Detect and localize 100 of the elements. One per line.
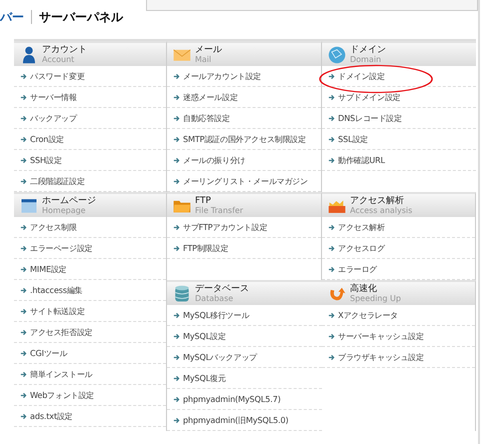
menu-link[interactable]: MySQL設定 bbox=[173, 330, 226, 342]
arrow-icon bbox=[173, 178, 180, 184]
arrow-icon bbox=[173, 72, 180, 80]
menu-link[interactable]: ドメイン設定 bbox=[328, 70, 385, 82]
arrow-icon bbox=[20, 178, 27, 184]
menu-link[interactable]: SMTP認証の国外アクセス制限設定 bbox=[173, 134, 306, 144]
section-title: ホームページ bbox=[42, 196, 96, 206]
arrow-icon bbox=[173, 244, 180, 252]
section-subtitle: Domain bbox=[350, 54, 382, 64]
menu-link[interactable]: パスワード変更 bbox=[20, 70, 85, 82]
arrow-icon bbox=[173, 94, 180, 100]
arrow-icon bbox=[173, 354, 180, 360]
page-title: サーバーパネル bbox=[39, 8, 123, 26]
arrow-icon bbox=[20, 412, 27, 420]
menu-link[interactable]: エラーログ bbox=[328, 264, 378, 274]
arrow-icon bbox=[328, 332, 335, 340]
arrow-icon bbox=[20, 156, 27, 164]
arrow-icon bbox=[328, 224, 335, 230]
menu-link[interactable]: サーバーキャッシュ設定 bbox=[328, 330, 424, 342]
arrow-icon bbox=[20, 286, 27, 294]
menu-link[interactable]: アクセスログ bbox=[328, 242, 385, 254]
menu-link[interactable]: SSL設定 bbox=[328, 134, 368, 144]
section-title: アクセス解析 bbox=[350, 196, 405, 206]
arrow-icon bbox=[20, 370, 27, 378]
menu-link[interactable]: サイト転送設定 bbox=[20, 306, 85, 316]
section-title: 高速化 bbox=[350, 284, 378, 294]
arrow-icon bbox=[328, 312, 335, 318]
menu-link[interactable]: サーバー情報 bbox=[20, 92, 77, 102]
arrow-icon bbox=[173, 374, 180, 382]
menu-link[interactable]: MySQL移行ツール bbox=[173, 310, 250, 320]
menu-link[interactable]: MySQLバックアップ bbox=[173, 352, 257, 362]
database-icon bbox=[173, 284, 191, 302]
person-icon bbox=[20, 46, 38, 64]
menu-link[interactable]: MIME設定 bbox=[20, 264, 67, 274]
arrow-icon bbox=[20, 392, 27, 398]
menu-link[interactable]: Cron設定 bbox=[20, 134, 64, 144]
menu-link[interactable]: アクセス拒否設定 bbox=[20, 326, 92, 338]
arrow-icon bbox=[328, 114, 335, 122]
arrow-icon bbox=[173, 416, 180, 424]
menu-link[interactable]: 自動応答設定 bbox=[173, 112, 230, 124]
menu-link[interactable]: FTP制限設定 bbox=[173, 242, 228, 254]
menu-link[interactable]: phpmyadmin(旧MySQL5.0) bbox=[173, 414, 288, 426]
menu-link[interactable]: Webフォント設定 bbox=[20, 390, 94, 400]
arrow-icon bbox=[20, 308, 27, 314]
arrow-icon bbox=[20, 350, 27, 356]
menu-link[interactable]: ads.txt設定 bbox=[20, 410, 73, 422]
menu-link[interactable]: SSH設定 bbox=[20, 154, 62, 166]
menu-link[interactable]: 二段階認証設定 bbox=[20, 176, 85, 186]
arrow-icon bbox=[328, 244, 335, 252]
menu-link[interactable]: ブラウザキャッシュ設定 bbox=[328, 352, 424, 362]
arrow-icon bbox=[328, 94, 335, 100]
arrow-icon bbox=[20, 114, 27, 122]
arrow-icon bbox=[328, 136, 335, 142]
arrow-icon bbox=[20, 244, 27, 252]
arrow-icon bbox=[173, 396, 180, 402]
arrow-icon bbox=[328, 72, 335, 80]
menu-link[interactable]: .htaccess編集 bbox=[20, 284, 82, 296]
arrow-icon bbox=[173, 312, 180, 318]
arrow-icon bbox=[20, 72, 27, 80]
arrow-icon bbox=[20, 266, 27, 272]
arrow-icon bbox=[20, 136, 27, 142]
menu-link[interactable]: CGIツール bbox=[20, 348, 68, 358]
menu-link[interactable]: メールの振り分け bbox=[173, 154, 246, 166]
section-subtitle: File Transfer bbox=[195, 206, 244, 216]
menu-link[interactable]: 簡単インストール bbox=[20, 368, 92, 380]
menu-link[interactable]: バックアップ bbox=[20, 112, 77, 124]
arrow-icon bbox=[173, 332, 180, 340]
section-subtitle: Mail bbox=[195, 54, 212, 64]
arrow-icon bbox=[173, 156, 180, 164]
section-subtitle: Access analysis bbox=[350, 206, 412, 216]
menu-link[interactable]: 迷惑メール設定 bbox=[173, 92, 238, 102]
menu-link[interactable]: DNSレコード設定 bbox=[328, 112, 402, 124]
menu-link[interactable]: サブドメイン設定 bbox=[328, 92, 400, 102]
menu-link[interactable]: メールアカウント設定 bbox=[173, 70, 262, 82]
section-title: ドメイン bbox=[350, 44, 386, 54]
menu-link[interactable]: 動作確認URL bbox=[328, 154, 385, 166]
globe-icon bbox=[328, 46, 346, 64]
section-subtitle: Homepage bbox=[42, 206, 87, 216]
arrow-icon bbox=[328, 266, 335, 272]
menu-link[interactable]: Xアクセラレータ bbox=[328, 310, 398, 320]
arrow-icon bbox=[173, 114, 180, 122]
menu-link[interactable]: エラーページ設定 bbox=[20, 242, 92, 254]
section-subtitle: Speeding Up bbox=[350, 294, 401, 304]
section-title: FTP bbox=[195, 196, 212, 206]
window-icon bbox=[20, 196, 38, 214]
section-title: アカウント bbox=[42, 44, 87, 54]
menu-link[interactable]: phpmyadmin(MySQL5.7) bbox=[173, 394, 281, 404]
arrow-icon bbox=[328, 156, 335, 164]
arrow-icon bbox=[20, 328, 27, 336]
menu-link[interactable]: サブFTPアカウント設定 bbox=[173, 222, 268, 232]
menu-link[interactable]: アクセス制限 bbox=[20, 222, 77, 232]
arrow-icon bbox=[20, 94, 27, 100]
arrow-icon bbox=[173, 136, 180, 142]
section-subtitle: Database bbox=[195, 294, 234, 304]
section-title: メール bbox=[195, 44, 222, 54]
menu-link[interactable]: アクセス解析 bbox=[328, 222, 385, 232]
arrow-icon bbox=[173, 224, 180, 230]
menu-link[interactable]: メーリングリスト・メールマガジン bbox=[173, 176, 308, 186]
menu-link[interactable]: MySQL復元 bbox=[173, 372, 226, 384]
section-subtitle: Account bbox=[42, 54, 76, 64]
